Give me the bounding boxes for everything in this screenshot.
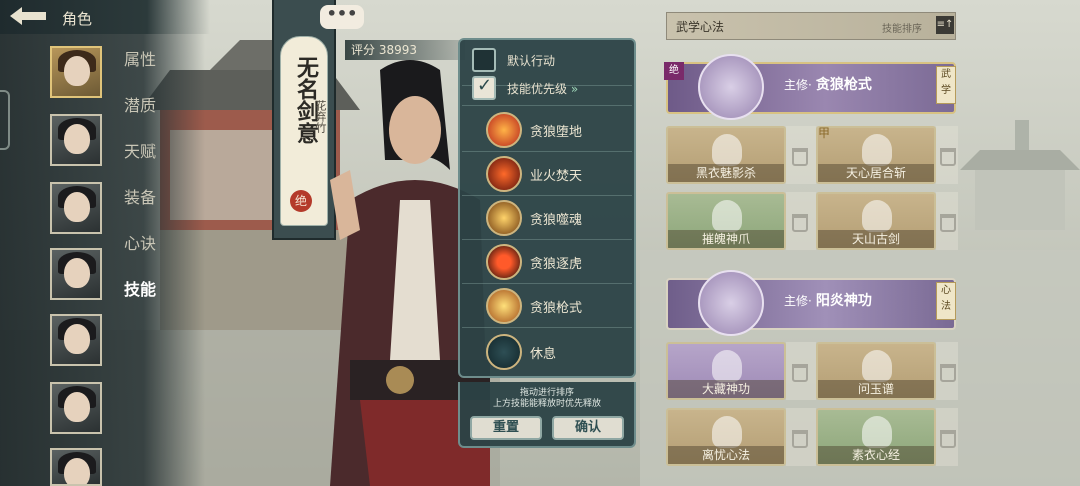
main-prefix: 主修·: [784, 78, 812, 92]
skill-priority-label: 技能优先级 »: [507, 80, 578, 97]
trash-icon[interactable]: [940, 148, 956, 166]
character-avatar[interactable]: [50, 114, 102, 166]
main-prefix: 主修·: [784, 294, 812, 308]
menu-attributes[interactable]: 属性: [124, 46, 156, 70]
heart-tag: 心法: [936, 282, 956, 320]
figure-icon: [712, 350, 742, 382]
skill-name: 贪狼噬魂: [530, 213, 583, 228]
figure-icon: [712, 416, 742, 448]
character-list-panel: [0, 34, 205, 486]
trash-icon[interactable]: [940, 430, 956, 448]
figure-icon: [862, 134, 892, 166]
skill-name: 贪狼堕地: [530, 125, 583, 140]
skill-name: 业火焚天: [530, 169, 583, 184]
character-avatar[interactable]: [50, 314, 102, 366]
martial-card[interactable]: 天心居合斩: [816, 126, 936, 184]
flame-skill-icon: [486, 156, 522, 192]
collapse-handle[interactable]: [0, 90, 10, 150]
fighter-figure-icon: [698, 270, 764, 336]
martial-card[interactable]: 黑衣魅影杀: [666, 126, 786, 184]
character-avatar[interactable]: [50, 248, 102, 300]
page-title: 角色: [62, 10, 93, 28]
skill-name: 休息: [530, 347, 557, 362]
menu-talent[interactable]: 天赋: [124, 138, 156, 162]
heart-card[interactable]: 问玉谱: [816, 342, 936, 400]
hint-line: 上方技能能释放时优先释放: [492, 399, 601, 409]
card-label: 大藏神功: [668, 380, 784, 398]
card-label: 素衣心经: [818, 446, 934, 464]
main-martial-name: 贪狼枪式: [815, 77, 872, 93]
character-avatar[interactable]: [50, 382, 102, 434]
rarity-corner: 绝: [664, 62, 684, 80]
martial-card[interactable]: 摧魄神爪: [666, 192, 786, 250]
reset-button[interactable]: 重置: [470, 416, 542, 440]
menu-skills[interactable]: 技能: [124, 276, 156, 300]
martial-tag: 武学: [936, 66, 956, 104]
skill-priority-checkbox[interactable]: [472, 75, 496, 100]
character-avatar[interactable]: [50, 182, 102, 234]
grade-mark: 甲: [818, 126, 831, 140]
martial-card[interactable]: 天山古剑: [816, 192, 936, 250]
menu-mental-formula[interactable]: 心诀: [124, 230, 156, 254]
card-label: 离忧心法: [668, 446, 784, 464]
trash-icon[interactable]: [792, 148, 808, 166]
heart-card[interactable]: 大藏神功: [666, 342, 786, 400]
character-avatar[interactable]: [50, 46, 102, 98]
card-label: 摧魄神爪: [668, 230, 784, 248]
spear-skill-icon: [486, 288, 522, 324]
card-label: 天山古剑: [818, 230, 934, 248]
trash-icon[interactable]: [940, 214, 956, 232]
skill-name: 贪狼逐虎: [530, 257, 583, 272]
spear-figure-icon: [698, 54, 764, 120]
card-label: 黑衣魅影杀: [668, 164, 784, 182]
character-avatar[interactable]: [50, 448, 102, 486]
trash-icon[interactable]: [940, 364, 956, 382]
figure-icon: [712, 200, 742, 232]
heart-card[interactable]: 素衣心经: [816, 408, 936, 466]
figure-icon: [862, 416, 892, 448]
menu-equipment[interactable]: 装备: [124, 184, 156, 208]
default-action-label: 默认行动: [507, 54, 556, 68]
skill-sort-label[interactable]: 技能排序: [882, 20, 922, 35]
vortex-skill-icon: [486, 244, 522, 280]
card-label: 问玉谱: [818, 380, 934, 398]
main-heart-label: 主修· 阳炎神功: [784, 290, 872, 310]
popup-hint: 拖动进行排序 上方技能能释放时优先释放: [462, 388, 632, 410]
default-action-checkbox[interactable]: [472, 48, 496, 72]
heart-card[interactable]: 离忧心法: [666, 408, 786, 466]
chevron-right-icon: »: [570, 82, 579, 96]
menu-potential[interactable]: 潜质: [124, 92, 156, 116]
figure-icon: [862, 350, 892, 382]
sort-icon[interactable]: ≡↑: [936, 16, 954, 34]
martial-title: 武学心法: [676, 20, 725, 34]
hint-line: 拖动进行排序: [519, 388, 574, 398]
skill-name: 贪狼枪式: [530, 301, 583, 316]
trash-icon[interactable]: [792, 364, 808, 382]
chat-bubble-icon[interactable]: •••: [320, 5, 364, 29]
main-heart-name: 阳炎神功: [815, 293, 872, 309]
meditation-icon: [486, 334, 522, 370]
card-label: 天心居合斩: [818, 164, 934, 182]
trash-icon[interactable]: [792, 430, 808, 448]
back-arrow-icon[interactable]: [8, 5, 48, 27]
confirm-button[interactable]: 确认: [552, 416, 624, 440]
figure-icon: [862, 200, 892, 232]
figure-icon: [712, 134, 742, 166]
spark-skill-icon: [486, 200, 522, 236]
trash-icon[interactable]: [792, 214, 808, 232]
main-martial-label: 主修· 贪狼枪式: [784, 74, 872, 94]
fire-claw-skill-icon: [486, 112, 522, 148]
skill-priority-text: 技能优先级: [507, 82, 568, 96]
